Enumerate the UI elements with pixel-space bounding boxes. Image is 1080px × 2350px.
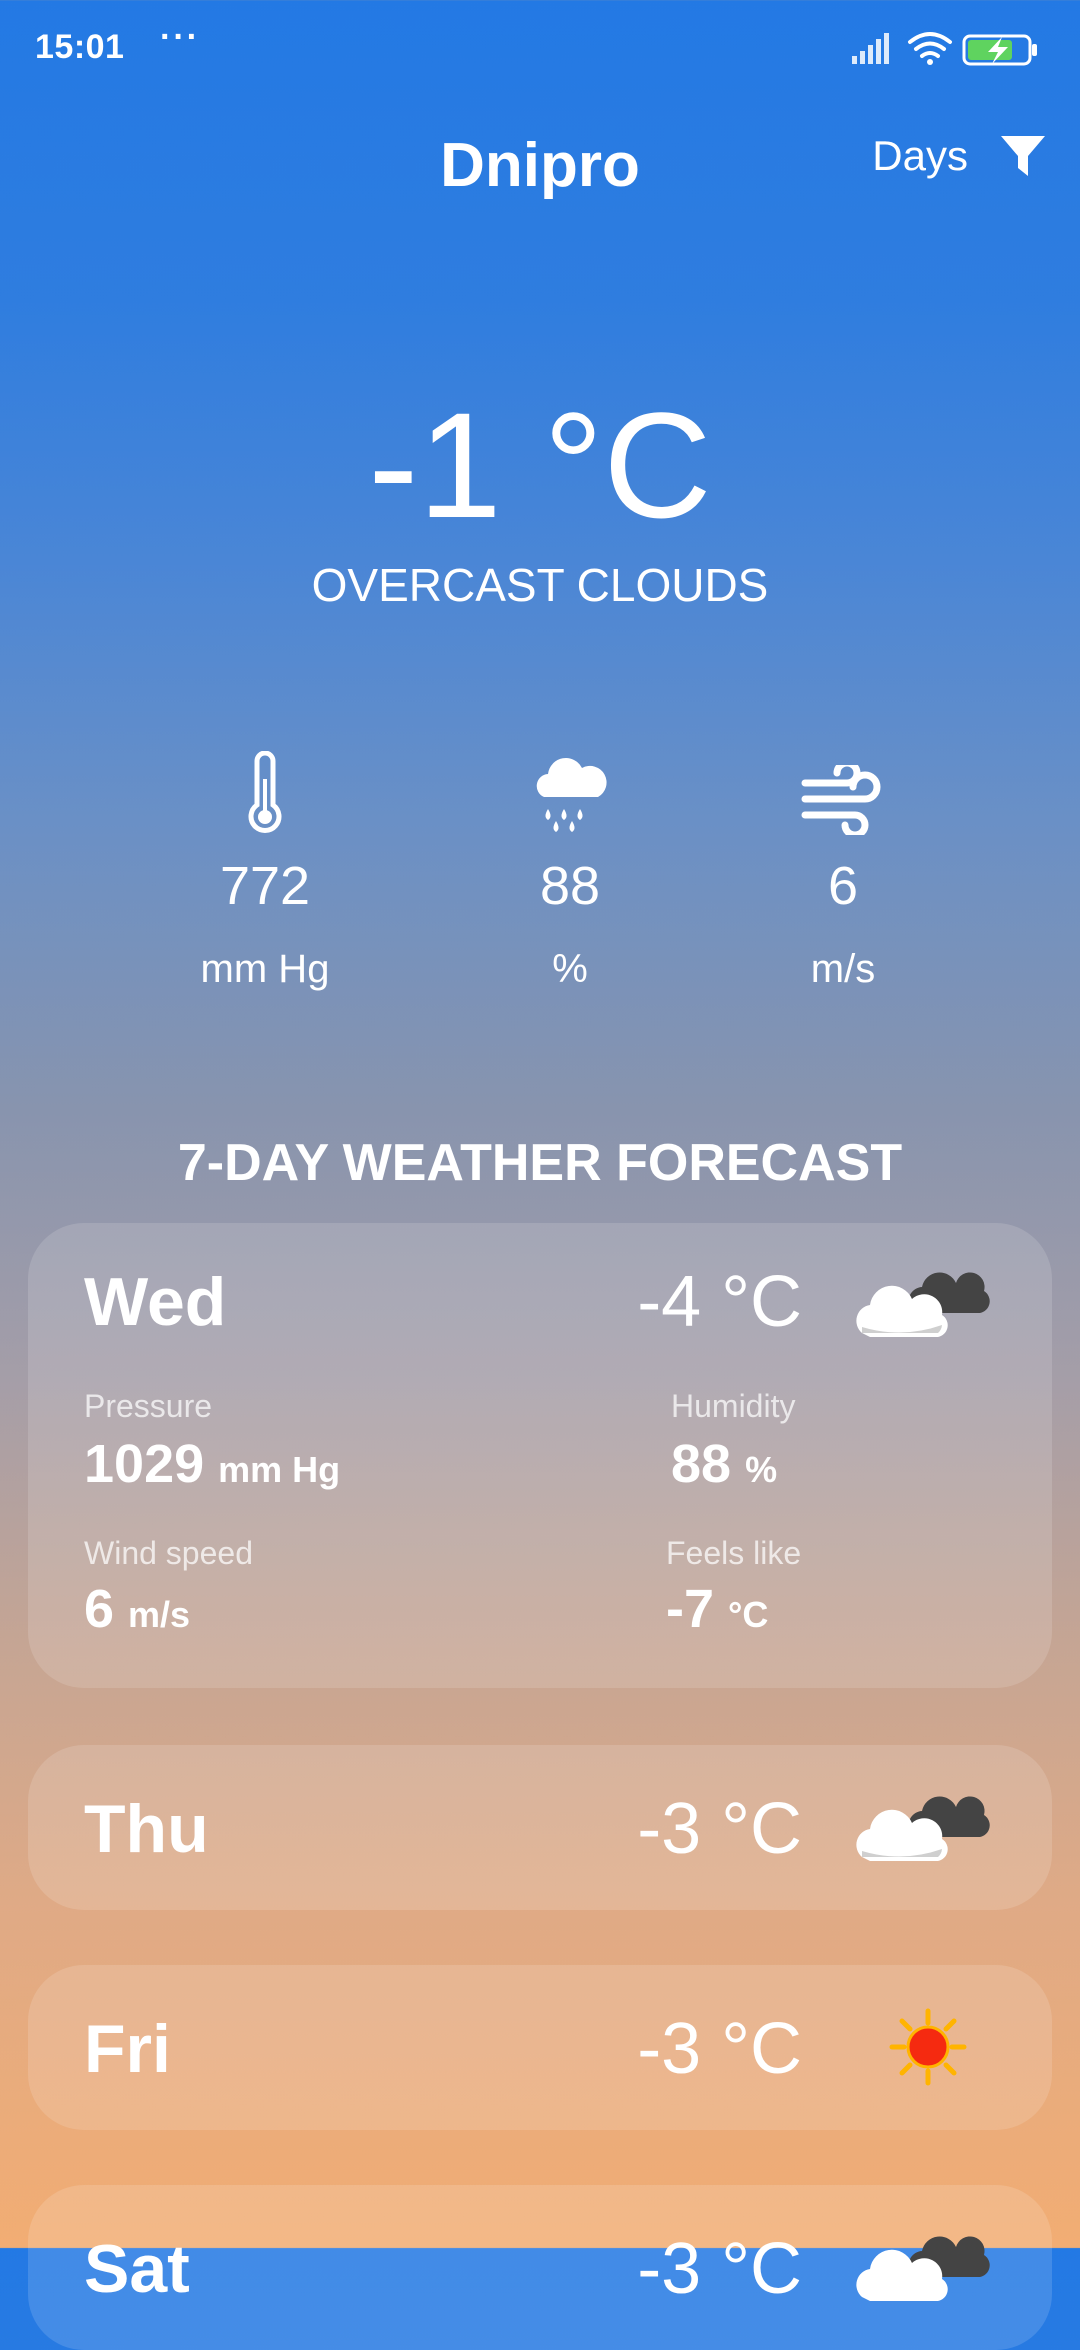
pressure-stat: 772 mm Hg (150, 745, 380, 992)
wind-unit: m/s (810, 947, 876, 991)
humidity-label: Humidity (671, 1388, 796, 1424)
wind-unit: m/s (128, 1594, 191, 1635)
filter-icon[interactable] (998, 132, 1048, 182)
pressure-number: 1029 (84, 1434, 205, 1494)
current-condition: OVERCAST CLOUDS (311, 559, 769, 611)
status-time: 15:01 (35, 28, 125, 66)
rain-cloud-icon (536, 758, 607, 832)
forecast-card-wed[interactable]: Wed -4 °C Pressure 1029 mm Hg Humidity 88… (28, 1223, 1052, 1688)
humidity-unit: % (745, 1449, 778, 1490)
current-temperature: -1 °C (368, 381, 712, 549)
days-toggle-button[interactable]: Days (872, 132, 968, 180)
pressure-metric: 1029 mm Hg (84, 1433, 340, 1495)
cloud-icon (856, 2236, 990, 2301)
pressure-value: 772 (219, 856, 311, 916)
app-header: Dnipro Days (0, 120, 1080, 210)
feels-like-number: -7 (666, 1579, 715, 1639)
wind-metric: 6 m/s (84, 1578, 190, 1640)
humidity-unit: % (552, 947, 588, 991)
pressure-unit: mm Hg (200, 947, 330, 991)
feels-like-metric: -7 °C (666, 1578, 768, 1640)
wind-stat: 6 m/s (728, 745, 958, 992)
forecast-temp: -4 °C (637, 1262, 802, 1342)
pressure-unit: mm Hg (218, 1449, 341, 1490)
wifi-icon (908, 32, 952, 65)
status-more-dots: ··· (160, 18, 200, 56)
forecast-day: Sat (84, 2231, 190, 2307)
cloud-icon (856, 1796, 990, 1861)
forecast-temp: -3 °C (637, 2229, 802, 2309)
forecast-temp: -3 °C (637, 2009, 802, 2089)
forecast-day: Fri (84, 2011, 171, 2087)
battery-charging-icon (962, 34, 1037, 66)
forecast-day: Wed (84, 1264, 227, 1340)
pressure-label: Pressure (84, 1388, 213, 1424)
feels-like-label: Feels like (666, 1535, 802, 1571)
thermometer-icon (248, 751, 282, 833)
signal-icon (852, 33, 889, 64)
humidity-value: 88 (539, 856, 601, 916)
forecast-day: Thu (84, 1791, 209, 1867)
forecast-temp: -3 °C (637, 1789, 802, 1869)
status-bar: 15:01 ··· (0, 0, 1080, 95)
feels-like-unit: °C (728, 1594, 769, 1635)
forecast-card-thu[interactable]: Thu -3 °C (28, 1745, 1052, 1910)
cloud-icon (856, 1272, 990, 1337)
wind-speed-label: Wind speed (84, 1535, 253, 1571)
forecast-title: 7-DAY WEATHER FORECAST (177, 1134, 903, 1192)
sun-icon (889, 2008, 967, 2086)
wind-number: 6 (84, 1579, 115, 1639)
humidity-stat: 88 % (455, 745, 685, 992)
forecast-card-sat[interactable]: Sat -3 °C (28, 2185, 1052, 2350)
wind-icon (801, 765, 881, 835)
system-icons (852, 32, 1037, 66)
humidity-number: 88 (671, 1434, 732, 1494)
humidity-metric: 88% (671, 1433, 777, 1495)
forecast-card-fri[interactable]: Fri -3 °C (28, 1965, 1052, 2130)
wind-value: 6 (827, 856, 859, 916)
